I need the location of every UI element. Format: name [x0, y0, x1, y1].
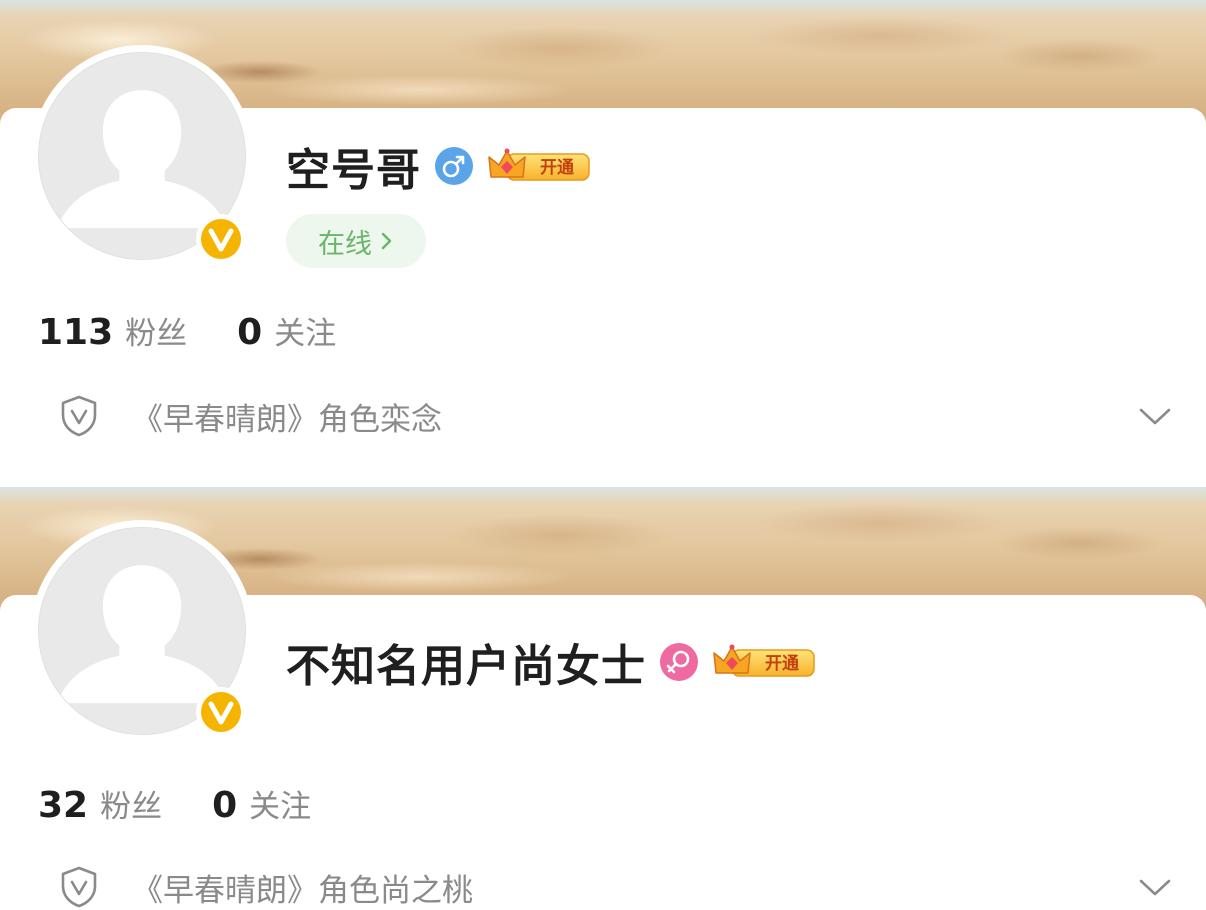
following-label: 关注 — [249, 789, 312, 825]
username: 空号哥 — [286, 145, 421, 196]
vip-activate-button[interactable]: 开通 — [712, 643, 816, 681]
verified-badge-icon — [196, 214, 246, 264]
followers-stat[interactable]: 113 粉丝 — [38, 308, 187, 353]
following-count: 0 — [237, 312, 263, 353]
vip-label: 开通 — [540, 158, 574, 178]
role-verification-row[interactable]: 《早春晴朗》角色尚之桃 — [60, 863, 1172, 910]
vip-activate-button[interactable]: 开通 — [487, 147, 591, 185]
role-verification-row[interactable]: 《早春晴朗》角色栾念 — [60, 392, 1172, 440]
role-description: 《早春晴朗》角色尚之桃 — [132, 872, 473, 909]
vip-label: 开通 — [765, 654, 799, 674]
following-stat[interactable]: 0 关注 — [212, 781, 311, 826]
following-label: 关注 — [274, 316, 337, 352]
followers-stat[interactable]: 32 粉丝 — [38, 781, 162, 826]
username: 不知名用户尚女士 — [286, 641, 646, 692]
male-icon — [435, 147, 473, 185]
profile-card: 不知名用户尚女士 开通 32 粉丝 0 关注 《早春晴朗》角色尚之桃 — [0, 487, 1206, 910]
following-count: 0 — [212, 785, 238, 826]
chevron-down-icon[interactable] — [1138, 876, 1172, 898]
followers-label: 粉丝 — [125, 316, 188, 352]
name-row: 不知名用户尚女士 开通 — [286, 632, 816, 692]
role-description: 《早春晴朗》角色栾念 — [132, 401, 442, 438]
online-label: 在线 — [318, 228, 372, 260]
followers-count: 113 — [38, 312, 114, 353]
following-stat[interactable]: 0 关注 — [237, 308, 336, 353]
followers-count: 32 — [38, 785, 89, 826]
verified-badge-icon — [196, 687, 246, 737]
shield-icon — [61, 866, 97, 908]
followers-label: 粉丝 — [100, 789, 163, 825]
stats-row: 113 粉丝 0 关注 — [38, 308, 386, 353]
stats-row: 32 粉丝 0 关注 — [38, 781, 361, 826]
female-icon — [660, 643, 698, 681]
profile-card: 空号哥 开通 在线 113 粉丝 0 关注 《早春晴朗》角色栾念 — [0, 0, 1206, 487]
online-status-button[interactable]: 在线 — [286, 214, 426, 268]
chevron-right-icon — [381, 232, 392, 250]
chevron-down-icon[interactable] — [1138, 405, 1172, 427]
shield-icon — [61, 395, 97, 437]
name-row: 空号哥 开通 — [286, 136, 591, 196]
